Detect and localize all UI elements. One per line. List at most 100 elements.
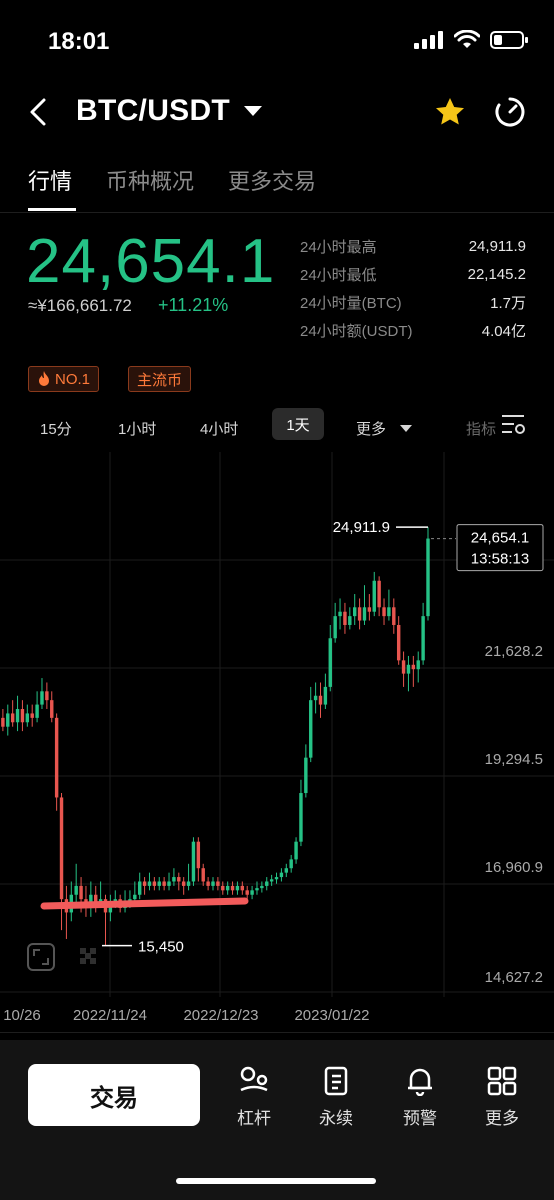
candle-body [377,580,381,608]
candle-body [338,611,342,617]
candle-body [328,638,332,687]
candle-body [142,881,147,886]
candle-body [40,691,44,705]
candle-body [235,885,240,891]
candlestick-chart[interactable]: 21,628.2 19,294.5 16,960.9 14,627.2 10/26 20… [0,452,554,1032]
candle-body [167,881,171,886]
pair-selector[interactable]: BTC/USDT [76,94,263,128]
x-tick-label: 2023/01/22 [294,1007,369,1024]
candle-body [416,660,420,670]
chart-annotations: 24,911.9 15,450 24,654.1 13:58:13 [27,519,544,971]
pair-name: BTC/USDT [76,94,231,127]
alert-button[interactable]: 预警 [390,1066,450,1129]
candle-body [294,841,298,860]
candles [1,527,430,946]
candle-body [382,607,386,617]
candle-body [20,709,25,723]
candle-body [172,877,176,882]
candle-body [15,709,20,723]
stat-label: 24小时量(BTC) [300,294,402,312]
cny-price: ≈¥166,661.72 [28,296,132,315]
last-price: 24,654.1 [26,227,276,296]
candle-body [426,538,430,617]
candle-body [59,797,64,900]
x-tick-label: 2022/12/23 [183,1007,258,1024]
low-marker-label: 15,450 [138,939,184,956]
signal-icon [414,31,443,49]
candle-body [260,885,264,889]
candle-body [318,695,323,705]
grid-icon [487,1066,517,1096]
candle-body [206,881,210,886]
candle-body [313,695,318,701]
rank-label: NO.1 [55,370,91,388]
interval-1d[interactable]: 1天 [272,408,324,440]
stat-row: 24小时最高 24,911.9 [300,232,526,260]
watermark-logo [80,948,96,964]
fullscreen-frame [27,943,55,971]
stat-row: 24小时额(USDT) 4.04亿 [300,316,526,344]
interval-more[interactable]: 更多 [356,412,413,444]
candle-body [289,859,293,869]
rank-tag[interactable]: NO.1 [28,366,100,392]
interval-indicator[interactable]: 指标 [466,412,496,444]
perpetual-button[interactable]: 永续 [306,1066,366,1129]
category-tag[interactable]: 主流币 [128,366,192,392]
candle-body [79,885,83,900]
fullscreen-icon[interactable] [27,943,55,971]
divider [0,1032,554,1033]
tab-market[interactable]: 行情 [28,164,72,196]
interval-bar: 15分 1小时 4小时 1天 更多 指标 [0,406,554,442]
candle-body [177,877,181,882]
candle-body [186,881,191,886]
candle-body [284,868,289,873]
margin-label: 杠杆 [237,1109,271,1128]
high-marker-label: 24,911.9 [333,519,390,536]
alert-label: 预警 [403,1109,437,1128]
candle-body [6,713,10,727]
candle-body [274,877,279,880]
candle-body [348,616,352,625]
star-icon[interactable] [434,96,466,128]
candle-body [30,713,34,718]
back-arrow-icon[interactable] [24,96,56,128]
stat-label: 24小时最低 [300,266,377,284]
candle-body [50,700,54,718]
candle-body [279,872,284,878]
candle-body [245,890,249,895]
candle-body [343,611,347,625]
tab-more-trading[interactable]: 更多交易 [228,164,316,196]
interval-4h[interactable]: 4小时 [200,412,238,444]
y-tick-label: 16,960.9 [485,859,543,876]
chevron-down-icon [244,106,263,116]
candle-body [45,691,49,701]
trade-button[interactable]: 交易 [28,1064,200,1126]
more-button[interactable]: 更多 [472,1066,532,1129]
y-tick-label: 21,628.2 [485,643,543,660]
stat-value: 22,145.2 [467,265,526,283]
chart-settings-icon[interactable] [500,412,528,436]
candle-body [216,881,220,886]
candle-body [396,624,401,661]
stat-value: 24,911.9 [468,237,526,255]
candle-body [35,704,39,718]
interval-15m[interactable]: 15分 [40,412,72,444]
candle-body [362,607,367,621]
status-time: 18:01 [48,28,110,55]
candle-body [10,713,15,723]
margin-button[interactable]: 杠杆 [224,1066,284,1129]
x-tick-label: 10/26 [3,1007,41,1024]
category-label: 主流币 [137,371,183,389]
status-icons [414,30,528,50]
interval-more-label: 更多 [356,420,387,438]
tab-coin-overview[interactable]: 币种概况 [106,164,194,196]
interval-1h[interactable]: 1小时 [118,412,156,444]
divider [0,212,554,213]
y-tick-label: 19,294.5 [485,751,543,768]
timer-icon[interactable] [494,96,526,128]
candle-body [250,890,254,895]
candle-body [323,686,328,705]
candle-body [406,664,411,674]
perpetual-label: 永续 [319,1109,353,1128]
candle-body [211,881,215,886]
